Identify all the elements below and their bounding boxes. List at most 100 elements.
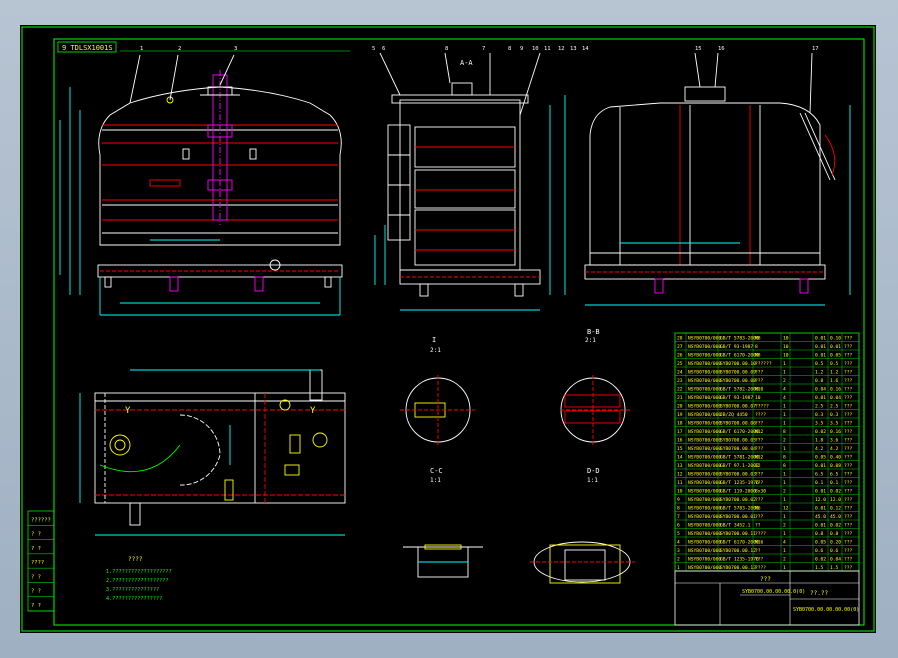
- bom-cell: ???: [844, 489, 853, 495]
- bom-cell: NSYB0700/000: [688, 565, 721, 571]
- bom-cell: SYB0700.00.10: [720, 361, 756, 367]
- bom-cell: NSYB0700/000: [688, 548, 721, 554]
- bom-cell: 1: [783, 472, 786, 478]
- bom-cell: NSYB0700/000: [688, 514, 721, 520]
- bom-cell: NSYB0700/000: [688, 506, 721, 512]
- revision-cell: ????: [31, 560, 44, 566]
- detail-2-label: B-B: [587, 328, 600, 336]
- bom-cell: ???: [755, 446, 764, 452]
- cad-drawing-canvas[interactable]: 9 TDLSX1001S A-A Y Y I 2:1 B-B 2:1 C-C 1…: [20, 25, 876, 633]
- bom-cell: NSYB0700/000: [688, 531, 721, 537]
- bom-cell: M8: [755, 336, 761, 342]
- bom-cell: 45.0: [830, 514, 841, 520]
- bom-cell: ???: [755, 378, 764, 384]
- bom-cell: M12: [755, 455, 764, 461]
- bom-cell: SYB0700.00.06: [720, 421, 756, 427]
- bom-cell: ???: [844, 446, 853, 452]
- bom-cell: ????: [755, 565, 766, 571]
- bom-cell: 12.0: [815, 497, 826, 503]
- title-code: SYB0700.00.00.00.0(0): [742, 589, 805, 595]
- bom-cell: 0.8: [830, 531, 839, 537]
- bom-cell: 0.5: [830, 361, 839, 367]
- part-balloon: 8: [508, 46, 511, 52]
- bom-cell: 1: [783, 514, 786, 520]
- bom-cell: 24: [677, 370, 683, 376]
- bom-cell: 2.5: [830, 404, 839, 410]
- plan-fitting-y1: Y: [125, 406, 131, 416]
- bom-cell: ???: [844, 523, 853, 529]
- detail-view-3: C-C 1:1: [403, 467, 483, 578]
- bom-cell: 3: [677, 548, 680, 554]
- bom-cell: 4.2: [815, 446, 824, 452]
- bom-cell: 4: [677, 540, 680, 546]
- bom-cell: 10: [783, 336, 789, 342]
- bom-cell: 0.08: [830, 463, 841, 469]
- bom-cell: ???: [844, 514, 853, 520]
- bom-cell: ???: [755, 557, 764, 563]
- note-line: 3.???????????????: [106, 587, 159, 593]
- part-balloon: 12: [558, 46, 565, 52]
- bom-cell: 18: [677, 421, 683, 427]
- detail-3-scale: 1:1: [430, 477, 441, 484]
- note-line: 4.????????????????: [106, 596, 162, 602]
- bom-cell: 45.0: [815, 514, 826, 520]
- detail-3-label: C-C: [430, 467, 443, 475]
- detail-view-2: B-B 2:1: [560, 328, 630, 445]
- section-view-aa: A-A: [374, 52, 566, 311]
- bom-cell: NSYB0700/000: [688, 336, 721, 342]
- bom-cell: ???: [844, 353, 853, 359]
- bom-cell: 27: [677, 344, 683, 350]
- bom-cell: 0.01: [815, 344, 826, 350]
- part-balloon: 16: [718, 46, 725, 52]
- bom-cell: 2: [783, 489, 786, 495]
- bom-cell: 0.12: [830, 506, 841, 512]
- bom-cell: 1.5: [815, 565, 824, 571]
- bom-cell: 0.3: [830, 412, 839, 418]
- bom-cell: NSYB0700/000: [688, 446, 721, 452]
- bom-cell: 15: [677, 446, 683, 452]
- revision-cell: ? ?: [31, 589, 41, 595]
- bom-cell: 3.6: [830, 438, 839, 444]
- bom-cell: 6.5: [815, 472, 824, 478]
- bom-cell: ???: [844, 557, 853, 563]
- bom-cell: 1: [783, 446, 786, 452]
- bom-cell: ???: [844, 378, 853, 384]
- bom-cell: 0.02: [815, 557, 826, 563]
- bom-cell: ???: [844, 429, 853, 435]
- bom-cell: 0.5: [815, 361, 824, 367]
- bom-cell: 8: [783, 463, 786, 469]
- bom-cell: 0.01: [815, 353, 826, 359]
- bom-cell: 16: [677, 438, 683, 444]
- bom-cell: 9: [677, 497, 680, 503]
- bom-cell: ??????: [755, 361, 772, 367]
- part-balloon: 7: [482, 46, 485, 52]
- bom-cell: JB/ZQ 4450: [720, 412, 748, 418]
- bom-cell: 0.01: [815, 506, 826, 512]
- bom-cell: 6: [677, 523, 680, 529]
- revision-cell: ??????: [31, 517, 51, 523]
- bom-cell: NSYB0700/000: [688, 463, 721, 469]
- section-label-aa: A-A: [460, 59, 473, 67]
- bom-cell: NSYB0700/000: [688, 489, 721, 495]
- bom-cell: NSYB0700/000: [688, 361, 721, 367]
- bom-cell: 1.2: [815, 370, 824, 376]
- bom-cell: 2: [783, 438, 786, 444]
- bom-cell: 1.6: [830, 378, 839, 384]
- bom-cell: ???: [844, 438, 853, 444]
- bom-cell: 12: [677, 472, 683, 478]
- bom-cell: 1: [783, 421, 786, 427]
- bom-cell: M8: [755, 353, 761, 359]
- bom-cell: 10: [755, 395, 761, 401]
- bom-cell: 11: [677, 480, 683, 486]
- bom-cell: ???: [844, 404, 853, 410]
- notes-list: 1.??????????????????? 2.?????????????????…: [106, 569, 172, 602]
- drawing-number: 9 TDLSX1001S: [62, 44, 113, 52]
- bom-cell: 0.01: [815, 463, 826, 469]
- note-line: 2.??????????????????: [106, 578, 168, 584]
- bom-cell: 10: [783, 344, 789, 350]
- bom-cell: SYB0700.00.01: [720, 514, 756, 520]
- bom-cell: 1: [783, 370, 786, 376]
- bom-cell: SYB0700.00.08: [720, 378, 756, 384]
- title-sheet-code: SYB0700.00.00.00.00(0): [793, 607, 859, 613]
- bom-cell: NSYB0700/000: [688, 378, 721, 384]
